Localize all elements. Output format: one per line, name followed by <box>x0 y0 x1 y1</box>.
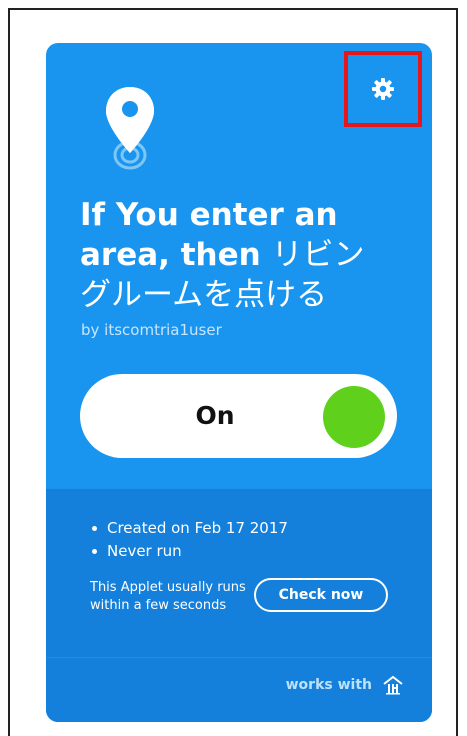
gear-icon <box>372 78 394 100</box>
title-line-1: If You enter an <box>80 197 338 233</box>
title-line-2-jp: リビン <box>271 237 365 273</box>
works-with-label: works with <box>285 677 372 693</box>
list-item: Never run <box>92 540 288 563</box>
bullet-icon <box>92 526 97 531</box>
title-line-3: グルームを点ける <box>80 277 328 313</box>
settings-button[interactable] <box>344 51 422 127</box>
created-date: Created on Feb 17 2017 <box>107 519 288 537</box>
bullet-icon <box>92 549 97 554</box>
run-frequency-text: This Applet usually runs within a few se… <box>90 580 246 613</box>
ifttt-home-icon[interactable] <box>382 675 404 695</box>
title-line-2-latin: area, then <box>80 237 261 273</box>
applet-info-section: Created on Feb 17 2017 Never run This Ap… <box>46 489 432 722</box>
applet-toggle[interactable]: On <box>80 374 397 458</box>
applet-card: If You enter an area, then リビン グルームを点ける … <box>46 43 432 722</box>
check-now-button[interactable]: Check now <box>254 578 388 612</box>
divider <box>46 657 432 658</box>
location-pin-icon <box>106 87 154 170</box>
list-item: Created on Feb 17 2017 <box>92 517 288 540</box>
works-with: works with <box>286 675 404 695</box>
toggle-knob[interactable] <box>323 386 385 448</box>
toggle-label: On <box>195 401 235 430</box>
applet-title: If You enter an area, then リビン グルームを点ける <box>80 195 410 315</box>
title-line-2: area, then リビン <box>80 235 410 275</box>
run-status: Never run <box>107 542 182 560</box>
applet-stats: Created on Feb 17 2017 Never run <box>92 517 288 563</box>
author-link[interactable]: by itscomtria1user <box>81 321 222 339</box>
